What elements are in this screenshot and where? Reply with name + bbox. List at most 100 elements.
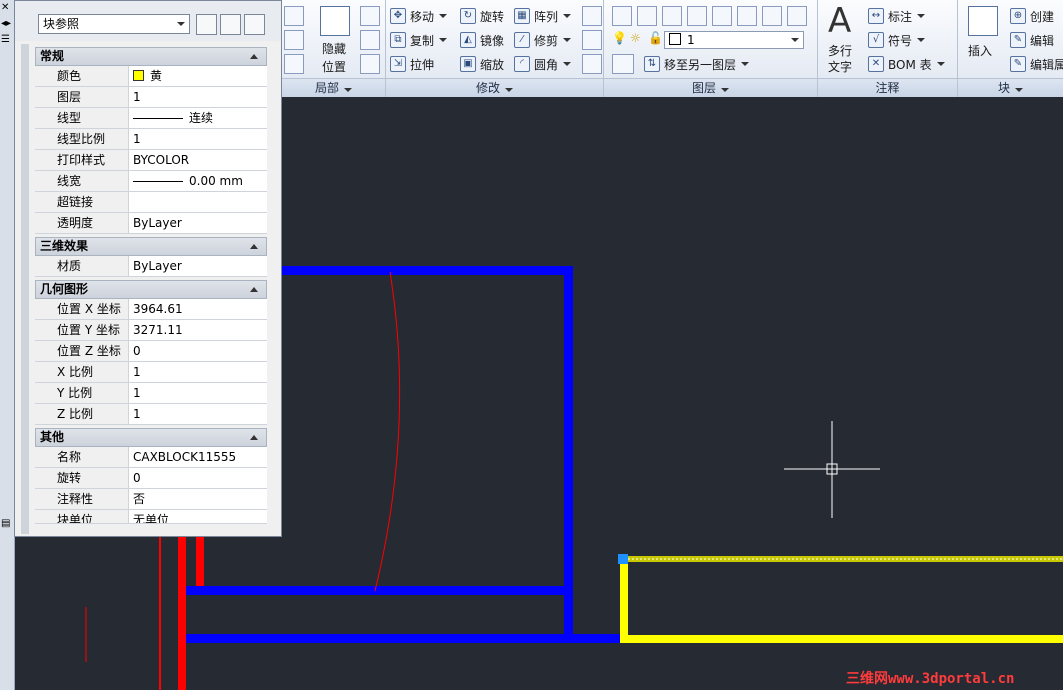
prop-row[interactable]: 位置 Z 坐标 0 [35,341,267,362]
quick-select-button[interactable] [244,14,265,35]
layer-tool-3[interactable] [662,6,682,26]
layer-state-button[interactable] [612,54,634,74]
left-palette-strip: ✕ ◂▸ ☰ ▤ [0,0,15,690]
panel-label-block[interactable]: 块 [958,78,1063,97]
close-icon[interactable]: ✕ [1,2,9,13]
toggle-button-2[interactable] [284,30,304,50]
lock-icon[interactable]: 🔓 [648,31,663,45]
section-geometry[interactable]: 几何图形 [35,280,267,299]
panel-layers: 💡 ☼ 🔓 1 ⇅ 移至另一图层 图层 [604,0,818,97]
prop-row[interactable]: 位置 Y 坐标 3271.11 [35,320,267,341]
move-to-layer-button[interactable]: ⇅ 移至另一图层 [644,54,750,74]
prop-row[interactable]: 注释性否 [35,489,267,510]
stretch-button[interactable]: ⇲ 拉伸 [390,54,434,74]
prop-row[interactable]: Y 比例 1 [35,383,267,404]
palette-scrollbar[interactable] [21,44,29,534]
panel-annotation: A 多行 文字 ↔ 标注 √ 符号 ✕ BOM 表 注释 [818,0,958,97]
local-tool-2[interactable] [360,30,380,50]
section-3d-effects[interactable]: 三维效果 [35,237,267,256]
dimension-icon: ↔ [868,8,884,24]
array-button[interactable]: ▦ 阵列 [514,6,572,26]
menu-icon[interactable]: ☰ [1,34,10,45]
prop-row[interactable]: 位置 X 坐标 3964.61 [35,299,267,320]
mtext-icon[interactable]: A [828,4,851,38]
fillet-button[interactable]: ◜ 圆角 [514,54,572,74]
layer-dropdown[interactable]: 1 [664,31,804,49]
prop-row[interactable]: 透明度 ByLayer [35,213,267,234]
copy-button[interactable]: ⧉ 复制 [390,30,448,50]
scale-button[interactable]: ▣ 缩放 [460,54,504,74]
prop-row[interactable]: 名称 CAXBLOCK11555 [35,447,267,468]
collapse-icon [250,435,258,440]
section-misc[interactable]: 其他 [35,428,267,447]
prop-row[interactable]: 图层 1 [35,87,267,108]
create-block-button[interactable]: ⊕ 创建 [1010,6,1054,26]
insert-label[interactable]: 插入 [968,40,992,60]
prop-row[interactable]: Z 比例 1 [35,404,267,425]
trim-button[interactable]: ⁄ 修剪 [514,30,572,50]
object-type-dropdown[interactable]: 块参照 [38,14,190,34]
palette-icon[interactable]: ▤ [1,518,10,529]
mirror-button[interactable]: ◭ 镜像 [460,30,504,50]
toggle-button-1[interactable] [284,6,304,26]
prop-row[interactable]: 线型 连续 [35,108,267,129]
layer-tool-6[interactable] [737,6,757,26]
prop-row[interactable]: 块单位 无单位 [35,510,267,524]
prop-row[interactable]: 材质 ByLayer [35,256,267,277]
layer-tool-8[interactable] [787,6,807,26]
grip-point[interactable] [618,554,628,564]
toggle-pickadd-button[interactable] [196,14,217,35]
rotate-button[interactable]: ↻ 旋转 [460,6,504,26]
arrows-icon[interactable]: ◂▸ [1,18,11,29]
layer-tool-1[interactable] [612,6,632,26]
panel-block: 插入 ⊕ 创建 ✎ 编辑 ✎ 编辑属 块 [958,0,1063,97]
insert-icon[interactable] [968,6,998,36]
mtext-label-2[interactable]: 文字 [828,56,852,76]
collapse-icon [250,244,258,249]
section-general[interactable]: 常规 [35,47,267,66]
modify-tool-2[interactable] [582,30,602,50]
prop-row[interactable]: 线宽 0.00 mm [35,171,267,192]
lineweight-sample [133,181,183,182]
layer-tool-2[interactable] [637,6,657,26]
modify-tool-3[interactable] [582,54,602,74]
prop-row[interactable]: 颜色黄 [35,66,267,87]
prop-row[interactable]: 超链接 [35,192,267,213]
local-tool-3[interactable] [360,54,380,74]
move-icon: ✥ [390,8,406,24]
prop-row[interactable]: X 比例 1 [35,362,267,383]
panel-local: 隐藏 位置 局部 [282,0,386,97]
properties-table: 常规 颜色黄 图层 1 线型 连续 线型比例 1 打印样式 BYCOLOR 线宽 0.00… [35,44,267,524]
dimension-button[interactable]: ↔ 标注 [868,6,926,26]
create-block-icon: ⊕ [1010,8,1026,24]
lightbulb-icon[interactable]: 💡 [612,31,627,45]
edit-block-button[interactable]: ✎ 编辑 [1010,30,1054,50]
hide-position-icon[interactable] [320,6,350,36]
symbol-button[interactable]: √ 符号 [868,30,926,50]
bom-button[interactable]: ✕ BOM 表 [868,54,945,74]
panel-label-local[interactable]: 局部 [282,78,385,97]
layer-tool-4[interactable] [687,6,707,26]
panel-label-annotation[interactable]: 注释 [818,78,957,97]
bom-icon: ✕ [868,56,884,72]
layer-tool-5[interactable] [712,6,732,26]
sun-icon[interactable]: ☼ [630,31,641,45]
move-layer-icon: ⇅ [644,56,660,72]
red-short-line [196,537,204,592]
prop-row[interactable]: 打印样式 BYCOLOR [35,150,267,171]
panel-label-modify[interactable]: 修改 [386,78,603,97]
toggle-button-3[interactable] [284,54,304,74]
layer-tool-7[interactable] [762,6,782,26]
modify-tool-1[interactable] [582,6,602,26]
select-objects-button[interactable] [220,14,241,35]
prop-row[interactable]: 线型比例 1 [35,129,267,150]
prop-row[interactable]: 旋转 0 [35,468,267,489]
position-label[interactable]: 位置 [322,56,346,76]
scale-icon: ▣ [460,56,476,72]
hide-label[interactable]: 隐藏 [322,38,346,58]
watermark: 三维网www.3dportal.cn [846,671,1015,687]
edit-attribute-button[interactable]: ✎ 编辑属 [1010,54,1063,74]
move-button[interactable]: ✥ 移动 [390,6,448,26]
panel-label-layers[interactable]: 图层 [604,78,817,97]
local-tool-1[interactable] [360,6,380,26]
